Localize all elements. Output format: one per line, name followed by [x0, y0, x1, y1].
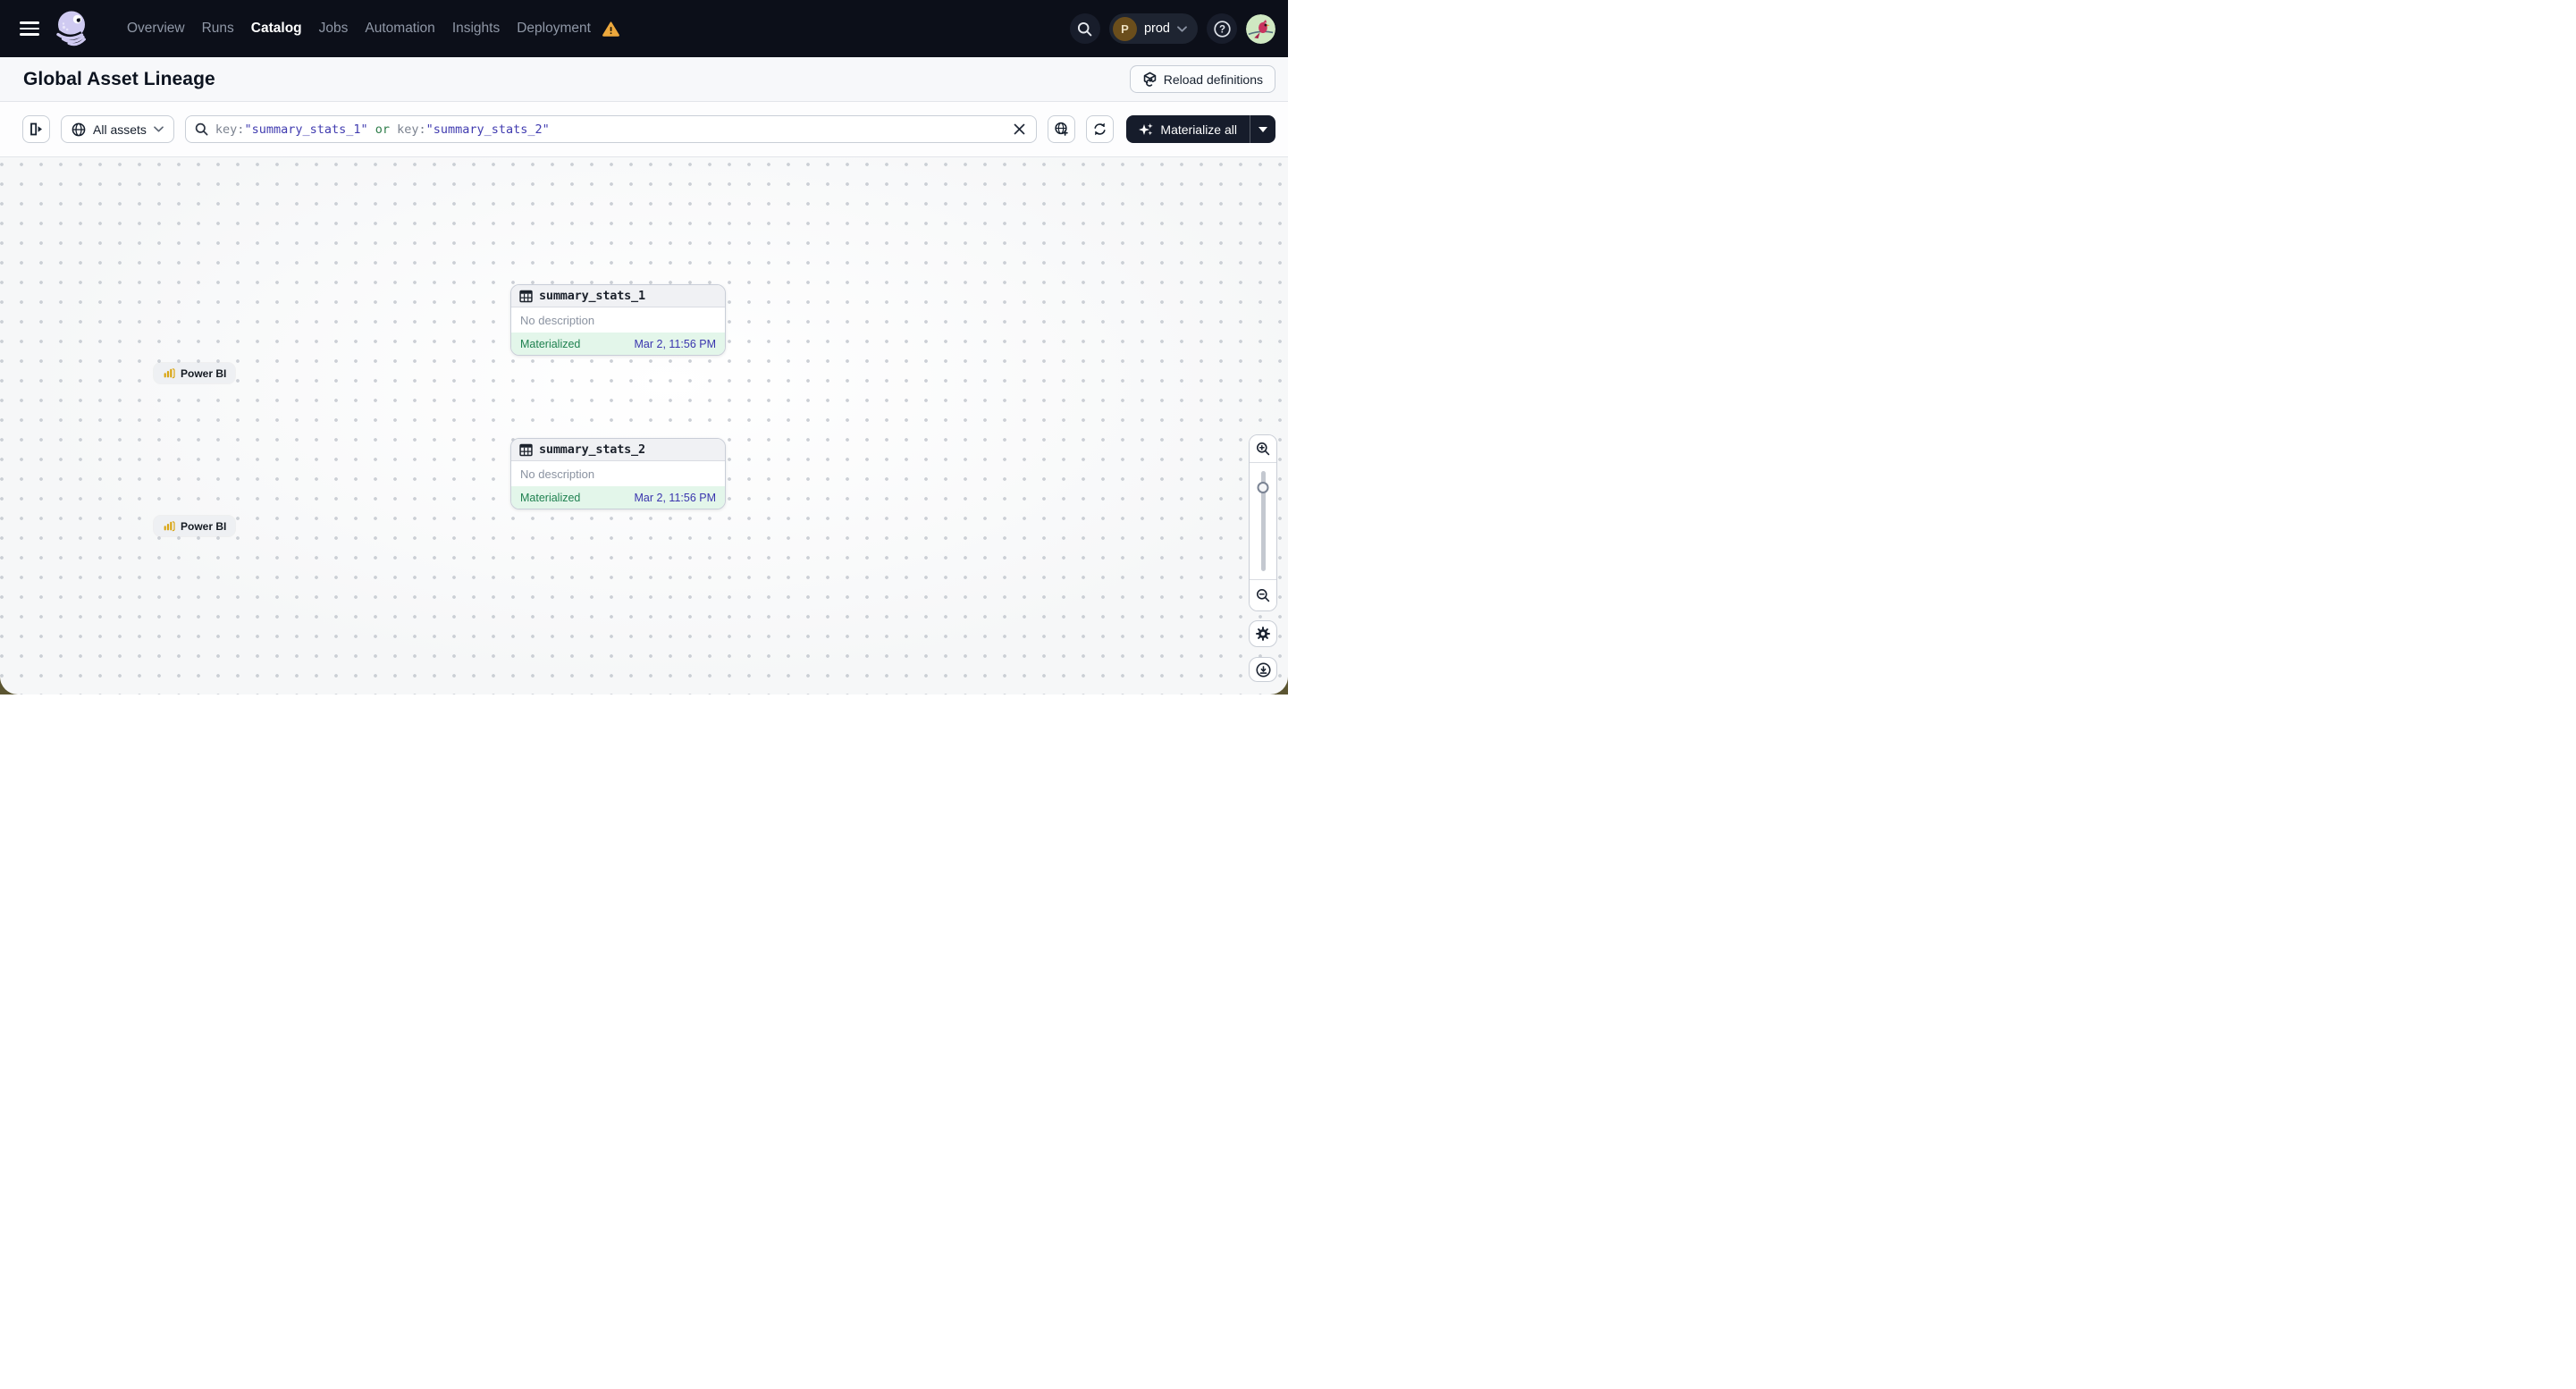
materialization-timestamp[interactable]: Mar 2, 11:56 PM [635, 338, 716, 350]
nav-item-insights[interactable]: Insights [452, 21, 500, 37]
powerbi-tag[interactable]: Power BI [154, 363, 236, 383]
table-icon [519, 443, 533, 456]
zoom-out-button[interactable] [1250, 580, 1276, 610]
lineage-canvas-wrap: summary_stats_1 No description Materiali… [0, 157, 1288, 694]
nav-item-overview[interactable]: Overview [127, 21, 185, 37]
download-icon [1255, 661, 1271, 678]
zoom-in-button[interactable] [1250, 435, 1276, 462]
nav-item-jobs[interactable]: Jobs [319, 21, 349, 37]
powerbi-tag-label: Power BI [181, 366, 227, 380]
deployment-name: prod [1143, 21, 1170, 36]
refresh-button[interactable] [1086, 115, 1115, 143]
svg-text:?: ? [1218, 24, 1225, 35]
asset-description: No description [511, 307, 725, 333]
powerbi-tag-label: Power BI [181, 519, 227, 533]
asset-name: summary_stats_2 [539, 442, 645, 457]
reload-definitions-button[interactable]: Reload definitions [1129, 65, 1275, 93]
page-title: Global Asset Lineage [23, 68, 215, 89]
search-icon[interactable] [1069, 13, 1100, 44]
deployment-warning-icon [602, 21, 619, 37]
top-nav: Overview Runs Catalog Jobs Automation In… [0, 0, 1288, 57]
asset-search-input[interactable]: key: "summary_stats_1" or key: "summary_st… [184, 115, 1038, 143]
nav-item-runs[interactable]: Runs [202, 21, 234, 37]
asset-filter-dropdown[interactable]: All assets [61, 115, 174, 143]
status-badge: Materialized [520, 337, 581, 350]
reload-definitions-label: Reload definitions [1163, 72, 1263, 87]
materialize-options-button[interactable] [1250, 115, 1275, 143]
open-panel-button[interactable] [22, 115, 50, 143]
asset-status-row: Materialized Mar 2, 11:56 PM [511, 486, 725, 509]
panel-toggle-icon [30, 122, 42, 136]
deployment-avatar: P [1112, 16, 1137, 41]
asset-node-header: summary_stats_2 [511, 439, 725, 461]
zoom-out-icon [1257, 589, 1270, 602]
primary-nav: Overview Runs Catalog Jobs Automation In… [127, 21, 619, 37]
materialize-all-label: Materialize all [1160, 122, 1237, 137]
materialize-all-button[interactable]: Materialize all [1126, 115, 1250, 143]
table-icon [519, 290, 533, 302]
gear-icon [1256, 627, 1270, 641]
asset-node-header: summary_stats_1 [511, 285, 725, 307]
lineage-toolbar: All assets key: "summary_stats_1" or key:… [0, 102, 1288, 157]
graph-scope-button[interactable] [1048, 115, 1076, 143]
user-avatar[interactable] [1246, 13, 1275, 44]
graph-settings-button[interactable] [1249, 620, 1277, 647]
nav-item-catalog[interactable]: Catalog [251, 21, 302, 37]
zoom-control-group [1249, 434, 1277, 611]
chevron-down-icon [1177, 25, 1187, 32]
asset-node-summary-stats-1[interactable]: summary_stats_1 No description Materiali… [510, 284, 726, 356]
nav-right-cluster: P prod ? [1069, 13, 1275, 44]
nav-item-automation[interactable]: Automation [365, 21, 434, 37]
globe-icon [72, 122, 86, 136]
reload-cube-icon [1143, 72, 1156, 87]
menu-icon[interactable] [20, 21, 39, 36]
refresh-icon [1094, 122, 1107, 136]
materialize-all-split-button: Materialize all [1126, 115, 1275, 143]
search-icon [195, 122, 208, 136]
asset-description: No description [511, 461, 725, 486]
powerbi-tag[interactable]: Power BI [154, 516, 236, 536]
zoom-slider-handle[interactable] [1257, 482, 1269, 493]
asset-node-summary-stats-2[interactable]: summary_stats_2 No description Materiali… [510, 438, 726, 509]
help-icon[interactable]: ? [1207, 13, 1237, 44]
clear-search-button[interactable] [1012, 122, 1027, 137]
chevron-down-icon [154, 126, 164, 132]
lineage-canvas[interactable]: summary_stats_1 No description Materiali… [0, 157, 1288, 694]
powerbi-icon [164, 367, 175, 378]
powerbi-icon [164, 520, 175, 531]
asset-filter-label: All assets [93, 122, 147, 137]
zoom-slider[interactable] [1250, 463, 1276, 579]
materialization-timestamp[interactable]: Mar 2, 11:56 PM [635, 492, 716, 504]
sparkles-icon [1139, 122, 1154, 135]
nav-item-deployment[interactable]: Deployment [517, 21, 591, 37]
dagster-logo[interactable] [54, 9, 93, 48]
asset-name: summary_stats_1 [539, 289, 645, 303]
status-badge: Materialized [520, 491, 581, 504]
download-image-button[interactable] [1249, 657, 1277, 682]
deployment-switcher[interactable]: P prod [1108, 13, 1198, 44]
close-icon [1014, 123, 1025, 135]
page-header: Global Asset Lineage Reload definitions [0, 57, 1288, 102]
zoom-in-icon [1257, 442, 1270, 456]
view-controls [1249, 434, 1277, 682]
globe-plus-icon [1055, 122, 1069, 136]
asset-status-row: Materialized Mar 2, 11:56 PM [511, 333, 725, 355]
caret-down-icon [1259, 126, 1267, 132]
search-query-text[interactable]: key: "summary_stats_1" or key: "summary_st… [215, 122, 1005, 137]
